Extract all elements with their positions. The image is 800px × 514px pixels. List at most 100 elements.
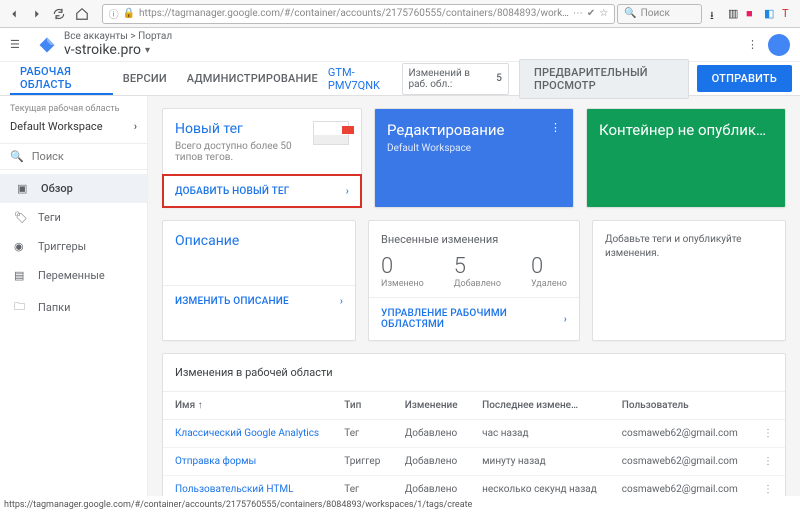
sidebar-item-triggers[interactable]: ◉Триггеры bbox=[0, 232, 147, 261]
forward-button[interactable] bbox=[27, 3, 48, 25]
browser-toolbar: ⓘ 🔒 https://tagmanager.google.com/#/cont… bbox=[0, 0, 800, 28]
browser-status-bar: https://tagmanager.google.com/#/containe… bbox=[0, 496, 800, 514]
url-bar[interactable]: ⓘ 🔒 https://tagmanager.google.com/#/cont… bbox=[102, 4, 616, 24]
row-last: час назад bbox=[470, 420, 610, 448]
row-user: cosmaweb62@gmail.com bbox=[610, 420, 751, 448]
download-icon[interactable]: ⭳ bbox=[710, 7, 724, 21]
table-row[interactable]: Классический Google AnalyticsТегДобавлен… bbox=[163, 420, 785, 448]
row-last: минуту назад bbox=[470, 448, 610, 476]
sidebar-search[interactable]: 🔍 bbox=[0, 144, 147, 170]
sidebar: Текущая рабочая область Default Workspac… bbox=[0, 96, 148, 496]
lock-icon: 🔒 bbox=[123, 8, 135, 19]
tab-versions[interactable]: ВЕРСИИ bbox=[113, 62, 177, 95]
edit-description-link[interactable]: ИЗМЕНИТЬ ОПИСАНИЕ › bbox=[163, 285, 355, 317]
ext1-icon[interactable]: ■ bbox=[746, 7, 760, 21]
col-name[interactable]: Имя ↑ bbox=[163, 392, 332, 420]
sidebar-item-tags[interactable]: 🏷Теги bbox=[0, 203, 147, 232]
row-type: Тег bbox=[332, 476, 392, 497]
preview-button[interactable]: ПРЕДВАРИТЕЛЬНЫЙ ПРОСМОТР bbox=[519, 59, 689, 99]
table-row[interactable]: Отправка формыТриггерДобавленоминуту наз… bbox=[163, 448, 785, 476]
chevron-right-icon: › bbox=[340, 296, 343, 307]
publish-card[interactable]: Контейнер не опублик… bbox=[586, 108, 786, 208]
table-row[interactable]: Пользовательский HTMLТегДобавленонесколь… bbox=[163, 476, 785, 497]
changes-head: Внесенные изменения bbox=[381, 233, 567, 246]
container-id[interactable]: GTM-PMV7QNK bbox=[328, 66, 390, 92]
search-icon: 🔍 bbox=[10, 150, 24, 163]
breadcrumb[interactable]: Все аккаунты > Портал bbox=[64, 31, 172, 42]
menu-icon[interactable]: ☰ bbox=[10, 38, 30, 51]
sidebar-item-variables[interactable]: ▤Переменные bbox=[0, 261, 147, 290]
editing-card[interactable]: ⋮ Редактирование Default Workspace bbox=[374, 108, 574, 208]
new-tag-subtitle: Всего доступно более 50 типов тегов. bbox=[175, 141, 303, 163]
container-title[interactable]: v-stroike.pro ▾ bbox=[64, 42, 172, 58]
submit-button[interactable]: ОТПРАВИТЬ bbox=[697, 65, 792, 92]
card-more-icon[interactable]: ⋮ bbox=[550, 121, 561, 134]
avatar[interactable] bbox=[768, 34, 790, 56]
content-area: Новый тег Всего доступно более 50 типов … bbox=[148, 96, 800, 496]
add-new-tag-link[interactable]: ДОБАВИТЬ НОВЫЙ ТЕГ › bbox=[163, 175, 361, 207]
row-type: Триггер bbox=[332, 448, 392, 476]
reload-button[interactable] bbox=[49, 3, 70, 25]
row-change: Добавлено bbox=[393, 420, 470, 448]
status-url: https://tagmanager.google.com/#/containe… bbox=[4, 500, 472, 510]
row-name[interactable]: Пользовательский HTML bbox=[163, 476, 332, 497]
overview-icon: ▣ bbox=[17, 182, 31, 195]
folder-icon: 🗀 bbox=[14, 298, 28, 317]
sidebar-item-folders[interactable]: 🗀Папки bbox=[0, 290, 147, 325]
hint-text: Добавьте теги и опубликуйте изменения. bbox=[593, 221, 785, 273]
tab-workspace[interactable]: РАБОЧАЯ ОБЛАСТЬ bbox=[10, 62, 113, 95]
search-input[interactable] bbox=[32, 150, 137, 163]
tag-icon: 🏷 bbox=[14, 211, 28, 224]
workspace-selector[interactable]: Default Workspace › bbox=[0, 116, 147, 143]
manage-workspaces-link[interactable]: УПРАВЛЕНИЕ РАБОЧИМИ ОБЛАСТЯМИ › bbox=[369, 297, 579, 340]
row-more-icon[interactable]: ⋮ bbox=[751, 420, 785, 448]
row-name[interactable]: Классический Google Analytics bbox=[163, 420, 332, 448]
tab-admin[interactable]: АДМИНИСТРИРОВАНИЕ bbox=[177, 62, 328, 95]
col-last[interactable]: Последнее измене… bbox=[470, 392, 610, 420]
url-more-icon[interactable]: ⋯ bbox=[573, 8, 583, 19]
col-change[interactable]: Изменение bbox=[393, 392, 470, 420]
row-more-icon[interactable]: ⋮ bbox=[751, 448, 785, 476]
row-more-icon[interactable]: ⋮ bbox=[751, 476, 785, 497]
editing-subtitle: Default Workspace bbox=[387, 143, 561, 154]
row-change: Добавлено bbox=[393, 448, 470, 476]
changes-table-title: Изменения в рабочей области bbox=[163, 354, 785, 392]
changes-table-card: Изменения в рабочей области Имя ↑ Тип Из… bbox=[162, 353, 786, 496]
editing-title: Редактирование bbox=[387, 121, 561, 139]
col-type[interactable]: Тип bbox=[332, 392, 392, 420]
sidebar-ws-label: Текущая рабочая область bbox=[0, 96, 147, 116]
row-user: cosmaweb62@gmail.com bbox=[610, 448, 751, 476]
chevron-right-icon: › bbox=[346, 186, 349, 197]
sidebar-item-overview[interactable]: ▣Обзор bbox=[0, 174, 147, 203]
description-title: Описание bbox=[175, 233, 343, 249]
bookmark-icon[interactable]: ☆ bbox=[599, 8, 608, 19]
trigger-icon: ◉ bbox=[14, 240, 28, 253]
back-button[interactable] bbox=[4, 3, 25, 25]
row-type: Тег bbox=[332, 420, 392, 448]
ext3-icon[interactable]: T bbox=[782, 7, 796, 21]
publish-title: Контейнер не опублик… bbox=[599, 121, 773, 139]
reader-icon[interactable]: ✔ bbox=[587, 8, 595, 19]
site-info-icon[interactable]: ⓘ bbox=[109, 6, 119, 21]
ext2-icon[interactable]: ◧ bbox=[764, 7, 778, 21]
tag-illustration bbox=[313, 121, 349, 145]
row-last: несколько секунд назад bbox=[470, 476, 610, 497]
row-name[interactable]: Отправка формы bbox=[163, 448, 332, 476]
home-button[interactable] bbox=[72, 3, 93, 25]
library-icon[interactable]: ▥ bbox=[728, 7, 742, 21]
chevron-right-icon: › bbox=[564, 314, 567, 325]
changes-indicator[interactable]: Изменений в раб. обл.: 5 bbox=[402, 63, 509, 95]
row-user: cosmaweb62@gmail.com bbox=[610, 476, 751, 497]
hint-card: Добавьте теги и опубликуйте изменения. bbox=[592, 220, 786, 341]
changes-card: Внесенные изменения 0Изменено 5Добавлено… bbox=[368, 220, 580, 341]
description-card: Описание ИЗМЕНИТЬ ОПИСАНИЕ › bbox=[162, 220, 356, 341]
col-user[interactable]: Пользователь bbox=[610, 392, 751, 420]
chevron-down-icon: ▾ bbox=[145, 45, 150, 56]
app-header: ☰ Все аккаунты > Портал v-stroike.pro ▾ … bbox=[0, 28, 800, 62]
header-more-icon[interactable]: ⋮ bbox=[747, 38, 758, 51]
new-tag-title: Новый тег bbox=[175, 121, 303, 137]
gtm-logo bbox=[38, 36, 56, 54]
new-tag-card: Новый тег Всего доступно более 50 типов … bbox=[162, 108, 362, 208]
browser-search[interactable]: 🔍Поиск bbox=[617, 4, 702, 24]
url-text: https://tagmanager.google.com/#/containe… bbox=[139, 8, 569, 19]
